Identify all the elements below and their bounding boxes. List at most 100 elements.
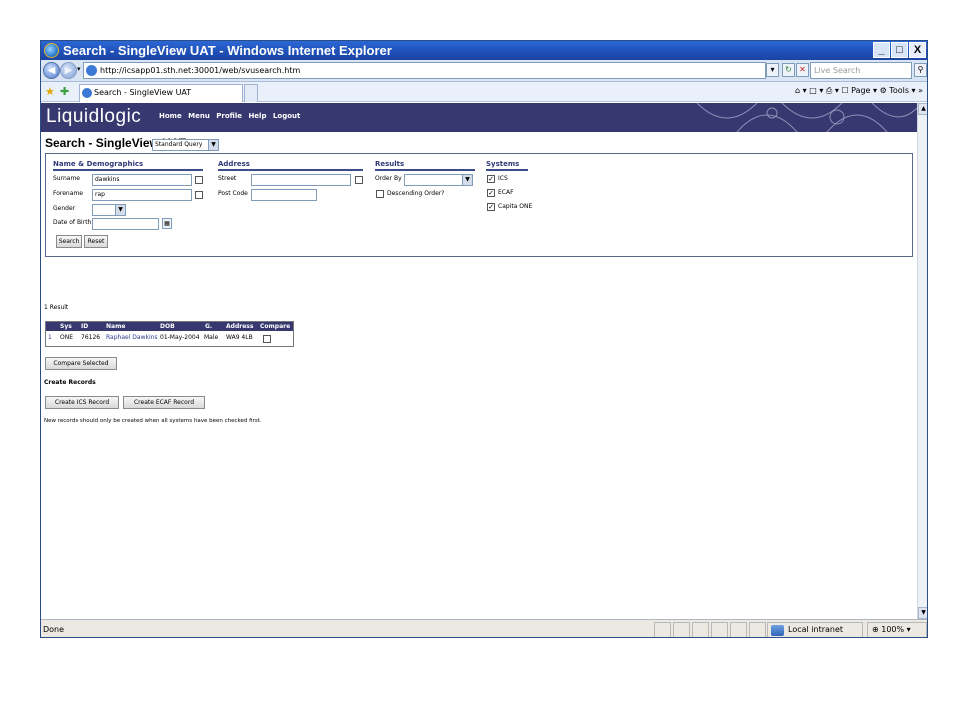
- page-content: Liquidlogic Home Menu Profile Help Logou…: [41, 103, 917, 619]
- live-search-input[interactable]: Live Search: [810, 62, 912, 79]
- column-header-compare: Compare: [260, 323, 291, 330]
- status-segment: [711, 622, 728, 637]
- compare-checkbox[interactable]: [263, 335, 271, 343]
- history-dropdown-icon[interactable]: ▾: [77, 65, 81, 73]
- gender-label: Gender: [53, 205, 76, 212]
- intranet-icon: [771, 625, 784, 636]
- status-segment: [749, 622, 766, 637]
- top-menu: Home Menu Profile Help Logout: [159, 112, 304, 120]
- postcode-input[interactable]: [251, 189, 317, 201]
- section-header-address: Address: [218, 160, 363, 171]
- section-header-systems: Systems: [486, 160, 528, 171]
- reset-button[interactable]: Reset: [84, 235, 108, 248]
- create-records-header: Create Records: [44, 379, 96, 386]
- title-bar: Search - SingleView UAT - Windows Intern…: [41, 41, 927, 60]
- browser-window: Search - SingleView UAT - Windows Intern…: [40, 40, 928, 638]
- chevron-down-icon: ▼: [208, 140, 218, 150]
- query-type-select[interactable]: Standard Query ▼: [152, 139, 219, 151]
- refresh-button[interactable]: ↻: [782, 63, 795, 77]
- page-icon: [82, 88, 92, 98]
- scroll-down-icon[interactable]: ▼: [918, 607, 927, 619]
- search-go-button[interactable]: ⚲: [914, 63, 927, 77]
- app-banner: Liquidlogic Home Menu Profile Help Logou…: [41, 103, 917, 132]
- search-button[interactable]: Search: [56, 235, 82, 248]
- results-table: Sys ID Name DOB G. Address Compare 1 ONE…: [45, 321, 294, 347]
- address-toolbar: ◀ ▶ ▾ http://icsapp01.sth.net:30001/web/…: [41, 60, 927, 82]
- menu-logout[interactable]: Logout: [273, 112, 300, 120]
- status-text: Done: [43, 625, 65, 634]
- orderby-label: Order By: [375, 175, 402, 182]
- column-header-dob: DOB: [160, 323, 175, 330]
- internet-explorer-icon: [44, 43, 59, 58]
- close-button[interactable]: X: [909, 42, 926, 58]
- surname-exact-checkbox[interactable]: [195, 176, 203, 184]
- section-header-name-demographics: Name & Demographics: [53, 160, 203, 171]
- menu-home[interactable]: Home: [159, 112, 182, 120]
- zoom-level[interactable]: ⊕ 100% ▾: [867, 622, 927, 637]
- chevron-down-icon: ▼: [115, 205, 125, 215]
- status-segment: [692, 622, 709, 637]
- result-count: 1 Result: [44, 304, 69, 311]
- back-button[interactable]: ◀: [43, 62, 60, 79]
- create-ecaf-record-button[interactable]: Create ECAF Record: [123, 396, 205, 409]
- menu-help[interactable]: Help: [248, 112, 266, 120]
- compare-selected-button[interactable]: Compare Selected: [45, 357, 117, 370]
- address-input[interactable]: http://icsapp01.sth.net:30001/web/svusea…: [83, 62, 766, 79]
- system-capita-one-checkbox[interactable]: ✓: [487, 203, 495, 211]
- tab-bar: ★ ✚ Search - SingleView UAT ⌂ ▾ □ ▾ ⎙ ▾ …: [41, 82, 927, 102]
- gender-select[interactable]: ▼: [92, 204, 126, 216]
- create-ics-record-button[interactable]: Create ICS Record: [45, 396, 119, 409]
- street-input[interactable]: [251, 174, 351, 186]
- create-records-note: New records should only be created when …: [44, 418, 262, 424]
- new-tab-button[interactable]: [244, 84, 258, 102]
- descending-checkbox[interactable]: [376, 190, 384, 198]
- status-segment: [730, 622, 747, 637]
- vertical-scrollbar[interactable]: ▲ ▼: [917, 103, 927, 619]
- surname-label: Surname: [53, 175, 80, 182]
- minimize-button[interactable]: _: [873, 42, 890, 58]
- maximize-button[interactable]: □: [891, 42, 908, 58]
- column-header-gender: G.: [205, 323, 213, 330]
- results-table-header: Sys ID Name DOB G. Address Compare: [46, 322, 293, 331]
- stop-button[interactable]: ✕: [796, 63, 809, 77]
- add-favorites-icon[interactable]: ✚: [60, 85, 69, 98]
- forename-exact-checkbox[interactable]: [195, 191, 203, 199]
- column-header-id: ID: [81, 323, 89, 330]
- liquidlogic-logo: Liquidlogic: [46, 106, 142, 127]
- favorites-star-icon[interactable]: ★: [45, 85, 55, 98]
- chevron-down-icon: ▾: [906, 625, 911, 634]
- cell-dob: 01-May-2004: [160, 334, 200, 341]
- command-bar[interactable]: ⌂ ▾ □ ▾ ⎙ ▾ ☐ Page ▾ ⚙ Tools ▾ »: [795, 86, 923, 96]
- security-zone[interactable]: Local intranet: [767, 622, 863, 637]
- column-header-sys: Sys: [60, 323, 72, 330]
- scroll-up-icon[interactable]: ▲: [918, 103, 927, 115]
- column-header-name: Name: [106, 323, 126, 330]
- search-panel: Name & Demographics Surname dawkins Fore…: [45, 153, 913, 257]
- cell-name-link[interactable]: Raphael Dawkins: [106, 334, 158, 341]
- forward-button[interactable]: ▶: [60, 62, 77, 79]
- tab-search-singleview[interactable]: Search - SingleView UAT: [79, 84, 243, 102]
- calendar-icon[interactable]: ▦: [162, 218, 172, 229]
- forename-label: Forename: [53, 190, 83, 197]
- chevron-down-icon: ▼: [462, 175, 472, 185]
- menu-profile[interactable]: Profile: [216, 112, 242, 120]
- section-header-results: Results: [375, 160, 475, 171]
- dob-label: Date of Birth: [53, 219, 92, 226]
- descending-label: Descending Order?: [387, 190, 445, 197]
- system-ecaf-checkbox[interactable]: ✓: [487, 189, 495, 197]
- postcode-label: Post Code: [218, 190, 248, 197]
- system-ics-checkbox[interactable]: ✓: [487, 175, 495, 183]
- status-bar: Done Local intranet ⊕ 100% ▾: [41, 619, 927, 637]
- dob-input[interactable]: [92, 218, 159, 230]
- system-ics-label: ICS: [498, 175, 508, 182]
- menu-menu[interactable]: Menu: [188, 112, 210, 120]
- forename-input[interactable]: rap: [92, 189, 192, 201]
- cell-gender: Male: [204, 334, 219, 341]
- surname-input[interactable]: dawkins: [92, 174, 192, 186]
- orderby-select[interactable]: ▼: [404, 174, 473, 186]
- system-ecaf-label: ECAF: [498, 189, 514, 196]
- zoom-icon: ⊕: [872, 625, 879, 634]
- system-capita-one-label: Capita ONE: [498, 203, 533, 210]
- address-dropdown-button[interactable]: ▾: [766, 63, 779, 77]
- street-exact-checkbox[interactable]: [355, 176, 363, 184]
